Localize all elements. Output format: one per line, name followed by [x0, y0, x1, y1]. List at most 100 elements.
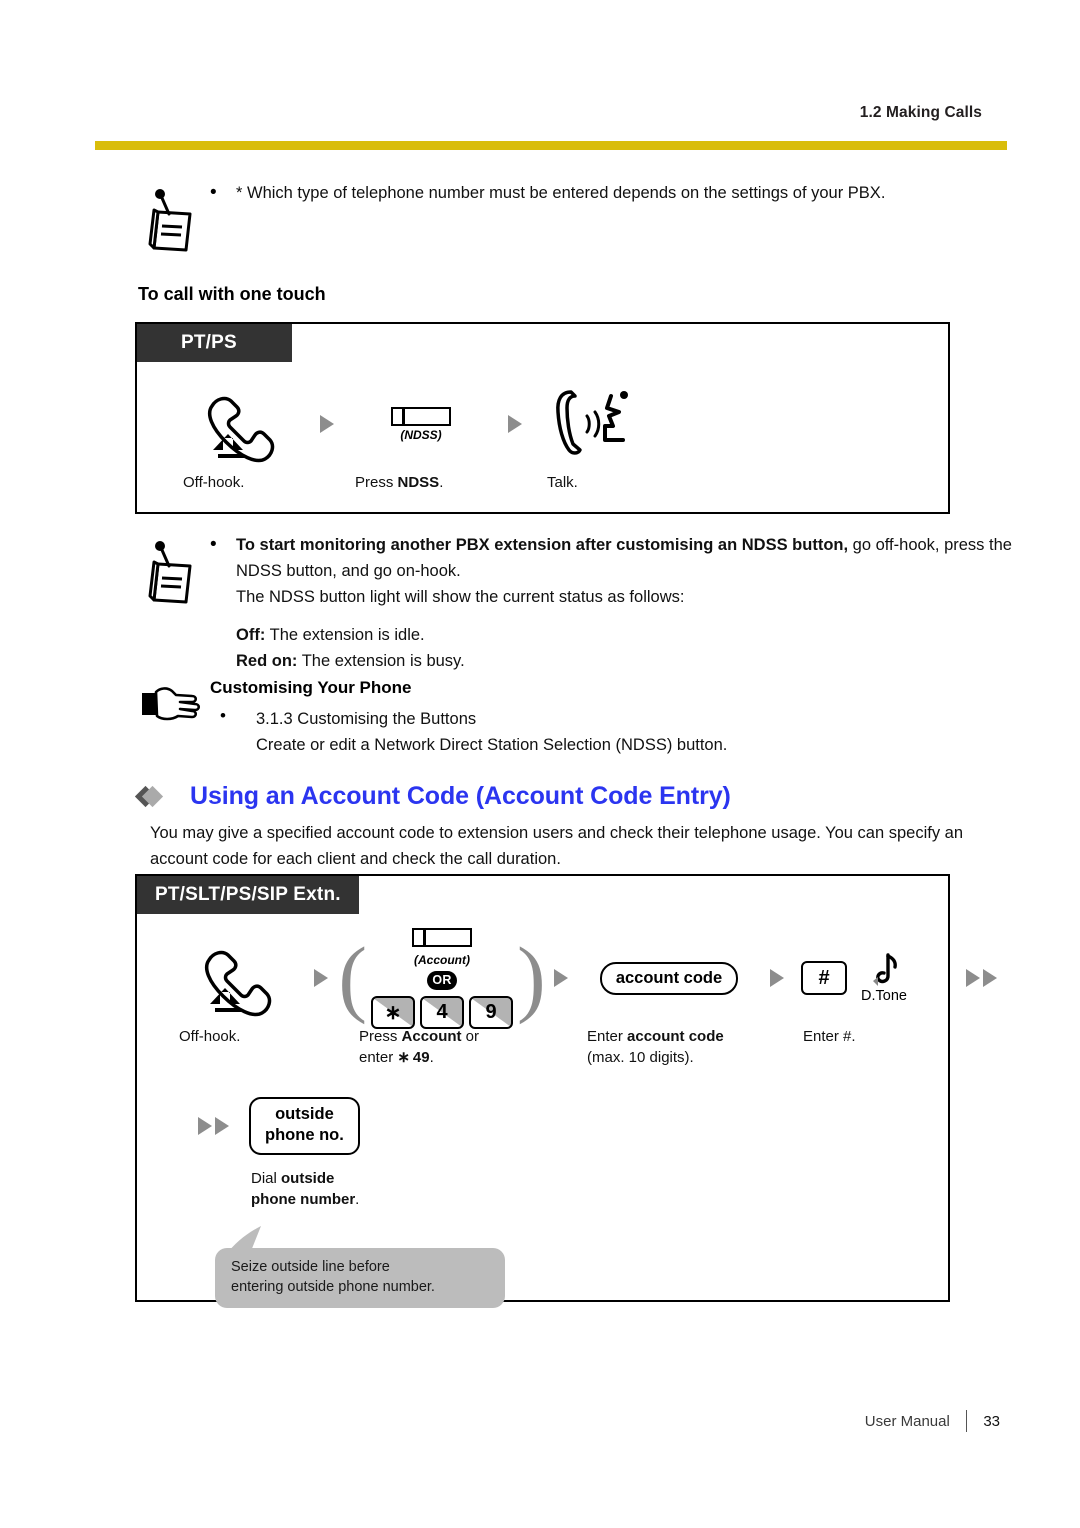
flow-caption-offhook: Off-hook.: [179, 1028, 241, 1045]
flow-caption-outside-line2: phone number.: [251, 1191, 360, 1208]
lamp-button-icon: (NDSS): [355, 376, 487, 472]
header-section-title: 1.2 Making Calls: [859, 104, 982, 121]
flow-arrow-5-double: [177, 1094, 249, 1158]
arrow-right-icon: [770, 969, 784, 987]
outside-phone-no-line1: outside: [275, 1105, 334, 1123]
section-paragraph: You may give a specified account code to…: [150, 824, 964, 868]
flow-arrow-1: [299, 376, 355, 472]
account-key-group: (Account) OR ∗ 4 9: [367, 927, 517, 1029]
note-monitoring-line-1: To start monitoring another PBX extensio…: [236, 536, 1012, 580]
musical-note-icon: [872, 953, 897, 986]
flow-caption-account-line1: Press Account or: [359, 1028, 480, 1045]
flow-step-talk: Talk.: [543, 376, 663, 493]
keycap-4[interactable]: 4: [420, 995, 464, 1029]
flow-diagram-ndss: PT/PS Off-hook. (NDSS) Press NDSS. Talk.: [135, 322, 950, 514]
handset-talk-icon: [543, 376, 671, 472]
customising-ref-link[interactable]: 3.1.3 Customising the Buttons: [256, 706, 727, 732]
flow-steps-account-line2: outside phone no. Dial outside phone num…: [177, 1094, 360, 1210]
note-status-off: Off: The extension is idle.: [236, 626, 425, 644]
callout-bubble-line1: Seize outside line before: [231, 1259, 390, 1275]
customising-title: Customising Your Phone: [210, 678, 412, 697]
page-footer: User Manual 33: [865, 1410, 1000, 1432]
account-lamp-label: (Account): [414, 952, 470, 967]
flow-step-account-or-49: ( (Account) OR ∗ 4 9 ) Press Account or …: [338, 927, 546, 1068]
flow-caption-account-code: Enter account code (max. 10 digits).: [585, 1026, 724, 1068]
note-monitoring-body: To start monitoring another PBX extensio…: [236, 532, 1020, 674]
flow-step-offhook: Off-hook.: [179, 376, 299, 493]
flow-step-outside-phone: outside phone no. Dial outside phone num…: [249, 1094, 360, 1210]
arrow-right-icon: [554, 969, 568, 987]
handset-offhook-icon: [177, 930, 295, 1026]
flow-step-hash: # D.Tone Enter #.: [801, 930, 951, 1047]
note-block-monitoring: • To start monitoring another PBX extens…: [140, 532, 1020, 674]
ndss-lamp-button[interactable]: [391, 406, 451, 426]
flow-caption-talk: Talk.: [547, 474, 578, 491]
account-lamp-button[interactable]: [412, 927, 472, 947]
customising-your-phone-block: Customising Your Phone • 3.1.3 Customisi…: [140, 676, 1020, 758]
flow-caption-outside-line1: Dial outside: [251, 1170, 335, 1187]
flow-caption-outside-phone: Dial outside phone number.: [249, 1168, 359, 1210]
callout-bubble-line2: entering outside phone number.: [231, 1279, 435, 1295]
flow-step-account-code: account code Enter account code (max. 10…: [585, 930, 753, 1068]
customising-bullet: •: [220, 706, 226, 725]
section-heading-account-code: Using an Account Code (Account Code Entr…: [134, 782, 731, 811]
keycap-hash[interactable]: #: [801, 961, 847, 995]
footer-separator: [965, 1410, 968, 1432]
flow-caption-press-ndss: Press NDSS.: [355, 474, 444, 491]
or-badge: OR: [427, 970, 457, 990]
flow-tag-ptps: PT/PS: [137, 324, 292, 362]
pointing-hand-icon: [140, 676, 210, 731]
customising-ref-desc: Create or edit a Network Direct Station …: [256, 736, 728, 754]
keycap-9[interactable]: 9: [469, 995, 513, 1029]
outside-phone-no-line2: phone no.: [265, 1126, 344, 1144]
customising-ref-body: 3.1.3 Customising the Buttons Create or …: [256, 706, 727, 758]
arrow-right-icon: [508, 415, 522, 433]
footer-page-number: 33: [983, 1412, 1000, 1430]
flow-steps-ndss: Off-hook. (NDSS) Press NDSS. Talk.: [179, 376, 663, 493]
dial-tone-indicator: D.Tone: [861, 952, 907, 1004]
customising-body: Customising Your Phone • 3.1.3 Customisi…: [210, 676, 1020, 758]
flow-arrow-4-double: [951, 930, 1011, 1026]
flow-tag-pt-slt-ps-sip: PT/SLT/PS/SIP Extn.: [137, 876, 359, 914]
outside-phone-no-capsule[interactable]: outside phone no.: [249, 1097, 360, 1155]
note-block-footnote: • * Which type of telephone number must …: [140, 180, 1020, 261]
account-code-capsule[interactable]: account code: [599, 961, 739, 995]
flow-caption-account-code-line2: (max. 10 digits).: [587, 1049, 694, 1066]
diamond-bullets: [134, 785, 180, 808]
dial-key-row: ∗ 4 9: [371, 995, 513, 1029]
note-status-red-on: Red on: The extension is busy.: [236, 652, 465, 670]
flow-caption-hash: Enter #.: [803, 1028, 856, 1045]
flow-step-offhook: Off-hook.: [177, 930, 295, 1047]
handset-offhook-icon: [179, 376, 299, 472]
callout-bubble-seize-line: Seize outside line before entering outsi…: [215, 1248, 505, 1308]
flow-caption-account-line2: enter ∗ 49.: [359, 1049, 434, 1066]
note-bullet: •: [210, 182, 217, 203]
double-arrow-right-icon: [197, 1117, 229, 1135]
flow-caption-offhook: Off-hook.: [183, 474, 245, 491]
note-bullet: •: [210, 534, 217, 555]
note-monitoring-line-2: The NDSS button light will show the curr…: [236, 588, 685, 606]
note-pencil-icon: [140, 532, 210, 613]
ndss-lamp-label: (NDSS): [400, 427, 442, 442]
flow-arrow-3: [753, 930, 801, 1026]
note-pencil-icon: [140, 180, 210, 261]
customising-ref-row: • 3.1.3 Customising the Buttons Create o…: [210, 706, 1020, 758]
section-heading-text: Using an Account Code (Account Code Entr…: [190, 782, 731, 810]
arrow-right-icon: [314, 969, 328, 987]
flow-arrow-2: [537, 930, 585, 1026]
flow-step-press-ndss: (NDSS) Press NDSS.: [355, 376, 487, 493]
flow-steps-account: Off-hook. ( (Account) OR ∗ 4 9 ) Press A…: [177, 927, 1011, 1068]
arrow-right-icon: [320, 415, 334, 433]
double-arrow-right-icon: [965, 969, 997, 987]
flow-diagram-account-code: PT/SLT/PS/SIP Extn. Off-hook. ( (Account…: [135, 874, 997, 1308]
header-rule: [95, 141, 1007, 150]
group-paren-left: (: [338, 929, 367, 1026]
flow-arrow-2: [487, 376, 543, 472]
flow-caption-account: Press Account or enter ∗ 49.: [347, 1026, 479, 1068]
dial-tone-label: D.Tone: [861, 988, 907, 1004]
note-text: * Which type of telephone number must be…: [236, 184, 886, 202]
flow-caption-account-code-line1: Enter account code: [587, 1028, 724, 1045]
sub-heading-one-touch: To call with one touch: [138, 284, 326, 304]
keycap-star[interactable]: ∗: [371, 995, 415, 1029]
footer-label: User Manual: [864, 1412, 950, 1430]
